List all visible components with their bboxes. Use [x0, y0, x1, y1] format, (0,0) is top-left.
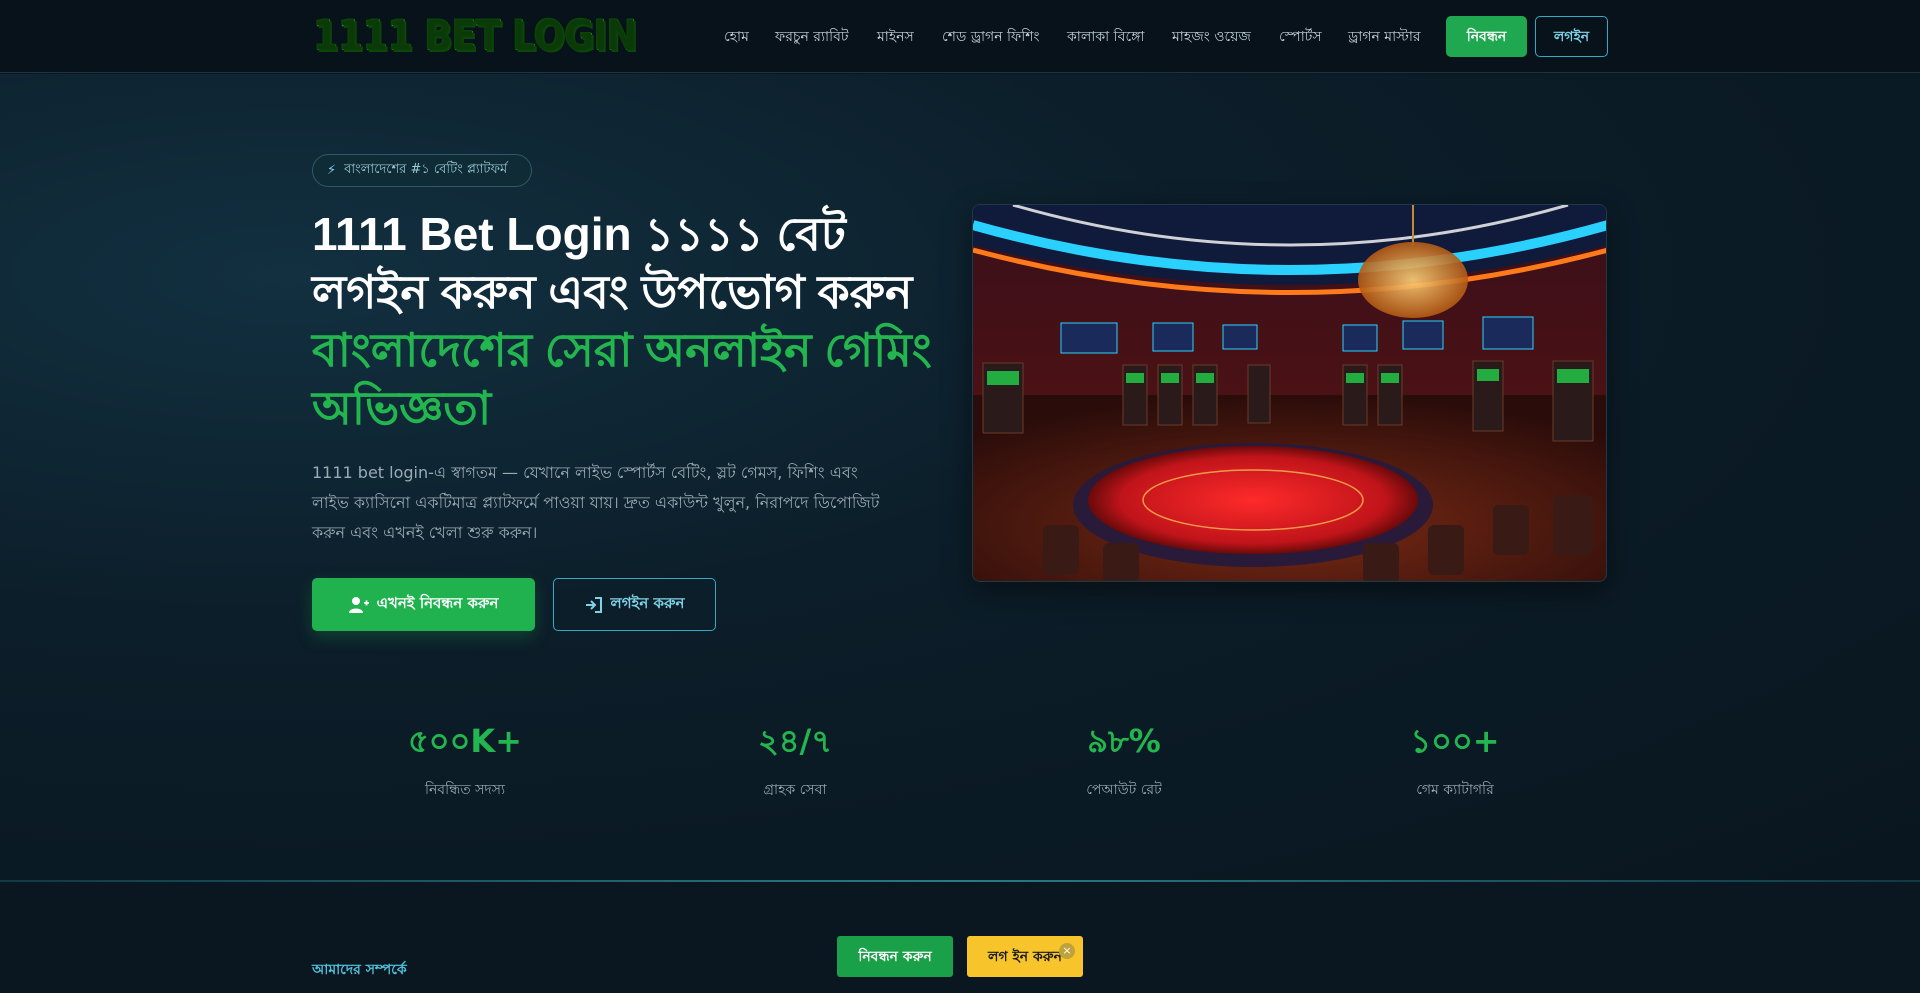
- stat-label: পেআউট রেট: [1086, 782, 1162, 798]
- section-divider: [0, 880, 1920, 882]
- nav-item-home[interactable]: হোম: [724, 25, 749, 49]
- stat-value: ৯৮%: [1087, 722, 1161, 760]
- stat-payout: ৯৮% পেআউট রেট: [1024, 716, 1224, 802]
- platform-badge: ⚡ বাংলাদেশের #১ বেটিং প্ল্যাটফর্ম: [312, 154, 532, 187]
- site-logo[interactable]: 1111 BET LOGIN: [313, 12, 637, 60]
- floating-register-button[interactable]: নিবন্ধন করুন: [837, 936, 953, 977]
- stat-label: গেম ক্যাটাগরি: [1416, 782, 1494, 798]
- hero-title: 1111 Bet Login ১১১১ বেট লগইন করুন এবং উপ…: [312, 205, 952, 437]
- login-now-button[interactable]: লগইন করুন: [553, 578, 716, 631]
- close-icon[interactable]: ×: [1059, 943, 1075, 959]
- hero-title-green-line1: বাংলাদেশের সেরা অনলাইন গেমিং: [312, 324, 932, 376]
- nav-item-mahjong-ways[interactable]: মাহজং ওয়েজ: [1172, 25, 1251, 49]
- casino-hero-image: [972, 204, 1607, 582]
- stat-label: গ্রাহক সেবা: [763, 782, 827, 798]
- stat-categories: ১০০+ গেম ক্যাটাগরি: [1355, 716, 1555, 802]
- stat-value: ২৪/৭: [757, 722, 833, 760]
- nav-item-bingo[interactable]: কালাকা বিঙ্গো: [1067, 25, 1144, 49]
- stat-value: ১০০+: [1410, 722, 1500, 760]
- nav-item-fortune-rabbit[interactable]: ফরচুন র‍্যাবিট: [775, 25, 849, 49]
- register-now-label: এখনই নিবন্ধন করুন: [376, 594, 499, 612]
- login-now-label: লগইন করুন: [610, 594, 685, 612]
- hero-title-line1: 1111 Bet Login ১১১১ বেট: [312, 208, 846, 260]
- sign-in-icon: [585, 596, 602, 613]
- nav-item-dragon-fishing[interactable]: শেড ড্রাগন ফিশিং: [942, 25, 1040, 49]
- hero-title-green-line2: অভিজ্ঞতা: [312, 382, 492, 434]
- stat-label: নিবন্ধিত সদস্য: [424, 782, 506, 798]
- nav-item-mines[interactable]: মাইনস: [877, 25, 914, 49]
- stat-members: ৫০০K+ নিবন্ধিত সদস্য: [365, 716, 565, 802]
- header-register-button[interactable]: নিবন্ধন: [1446, 16, 1527, 57]
- header-login-button[interactable]: লগইন: [1535, 16, 1608, 57]
- nav-item-dragon-master[interactable]: ড্রাগন মাস্টার: [1348, 25, 1421, 49]
- badge-text: বাংলাদেশের #১ বেটিং প্ল্যাটফর্ম: [344, 162, 508, 177]
- register-now-button[interactable]: এখনই নিবন্ধন করুন: [312, 578, 535, 631]
- nav-item-sports[interactable]: স্পোর্টস: [1279, 25, 1322, 49]
- hero-title-line2: লগইন করুন এবং উপভোগ করুন: [312, 266, 913, 318]
- hero-description: 1111 bet login-এ স্বাগতম — যেখানে লাইভ স…: [312, 463, 880, 542]
- about-heading: আমাদের সম্পর্কে: [312, 962, 407, 978]
- stat-support: ২৪/৭ গ্রাহক সেবা: [695, 716, 895, 802]
- site-header: 1111 BET LOGIN হোম ফরচুন র‍্যাবিট মাইনস …: [0, 0, 1920, 73]
- bolt-icon: ⚡: [327, 163, 337, 178]
- hero-section: [0, 74, 1920, 880]
- stat-value: ৫০০K+: [408, 722, 522, 760]
- user-plus-icon: [348, 596, 369, 613]
